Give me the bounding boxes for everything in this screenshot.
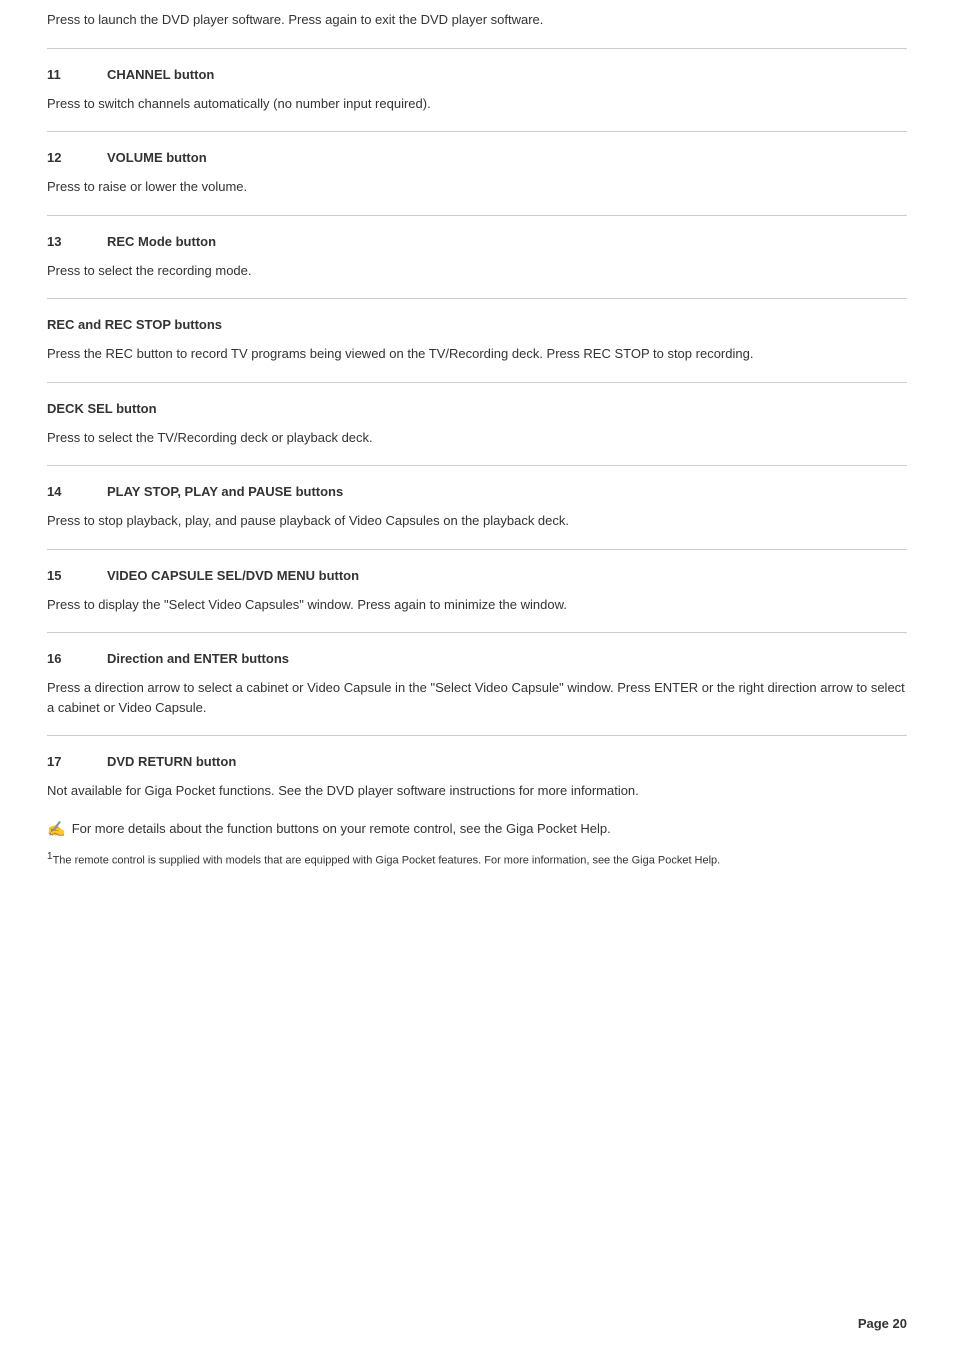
section-17-title: DVD RETURN button [107,754,236,769]
section-14-number: 14 [47,484,107,499]
section-13: 13 REC Mode button Press to select the r… [47,234,907,281]
section-rec-body: Press the REC button to record TV progra… [47,344,907,364]
section-16-body: Press a direction arrow to select a cabi… [47,678,907,717]
note-text: For more details about the function butt… [72,819,611,839]
section-16-number: 16 [47,651,107,666]
section-divider-12 [47,131,907,132]
section-11-heading: 11 CHANNEL button [47,67,907,82]
section-11-number: 11 [47,67,107,82]
section-16-title: Direction and ENTER buttons [107,651,289,666]
section-divider-11 [47,48,907,49]
section-divider-16 [47,632,907,633]
section-divider-rec [47,298,907,299]
page-number: Page 20 [858,1316,907,1331]
section-rec: REC and REC STOP buttons Press the REC b… [47,317,907,364]
section-divider-14 [47,465,907,466]
section-15-heading: 15 VIDEO CAPSULE SEL/DVD MENU button [47,568,907,583]
section-12-title: VOLUME button [107,150,207,165]
section-divider-deck [47,382,907,383]
section-13-body: Press to select the recording mode. [47,261,907,281]
footnote-text: The remote control is supplied with mode… [53,855,721,867]
section-14: 14 PLAY STOP, PLAY and PAUSE buttons Pre… [47,484,907,531]
section-12-number: 12 [47,150,107,165]
section-deck: DECK SEL button Press to select the TV/R… [47,401,907,448]
section-divider-17 [47,735,907,736]
section-11: 11 CHANNEL button Press to switch channe… [47,67,907,114]
section-16: 16 Direction and ENTER buttons Press a d… [47,651,907,717]
section-13-title: REC Mode button [107,234,216,249]
section-13-number: 13 [47,234,107,249]
intro-text: Press to launch the DVD player software.… [47,10,907,30]
section-17-body: Not available for Giga Pocket functions.… [47,781,907,801]
section-14-heading: 14 PLAY STOP, PLAY and PAUSE buttons [47,484,907,499]
section-deck-body: Press to select the TV/Recording deck or… [47,428,907,448]
section-16-heading: 16 Direction and ENTER buttons [47,651,907,666]
footnote: 1The remote control is supplied with mod… [47,849,907,869]
section-13-heading: 13 REC Mode button [47,234,907,249]
section-deck-title: DECK SEL button [47,401,907,416]
section-14-body: Press to stop playback, play, and pause … [47,511,907,531]
page-content: Press to launch the DVD player software.… [0,0,954,929]
section-15-number: 15 [47,568,107,583]
note-icon: ✍️ [47,819,66,842]
section-divider-15 [47,549,907,550]
section-divider-13 [47,215,907,216]
section-17-heading: 17 DVD RETURN button [47,754,907,769]
note-block: ✍️ For more details about the function b… [47,819,907,842]
section-15: 15 VIDEO CAPSULE SEL/DVD MENU button Pre… [47,568,907,615]
section-14-title: PLAY STOP, PLAY and PAUSE buttons [107,484,343,499]
section-11-body: Press to switch channels automatically (… [47,94,907,114]
section-rec-title: REC and REC STOP buttons [47,317,907,332]
section-12-heading: 12 VOLUME button [47,150,907,165]
section-11-title: CHANNEL button [107,67,214,82]
section-12-body: Press to raise or lower the volume. [47,177,907,197]
section-15-title: VIDEO CAPSULE SEL/DVD MENU button [107,568,359,583]
section-17-number: 17 [47,754,107,769]
section-12: 12 VOLUME button Press to raise or lower… [47,150,907,197]
section-17: 17 DVD RETURN button Not available for G… [47,754,907,801]
section-15-body: Press to display the "Select Video Capsu… [47,595,907,615]
